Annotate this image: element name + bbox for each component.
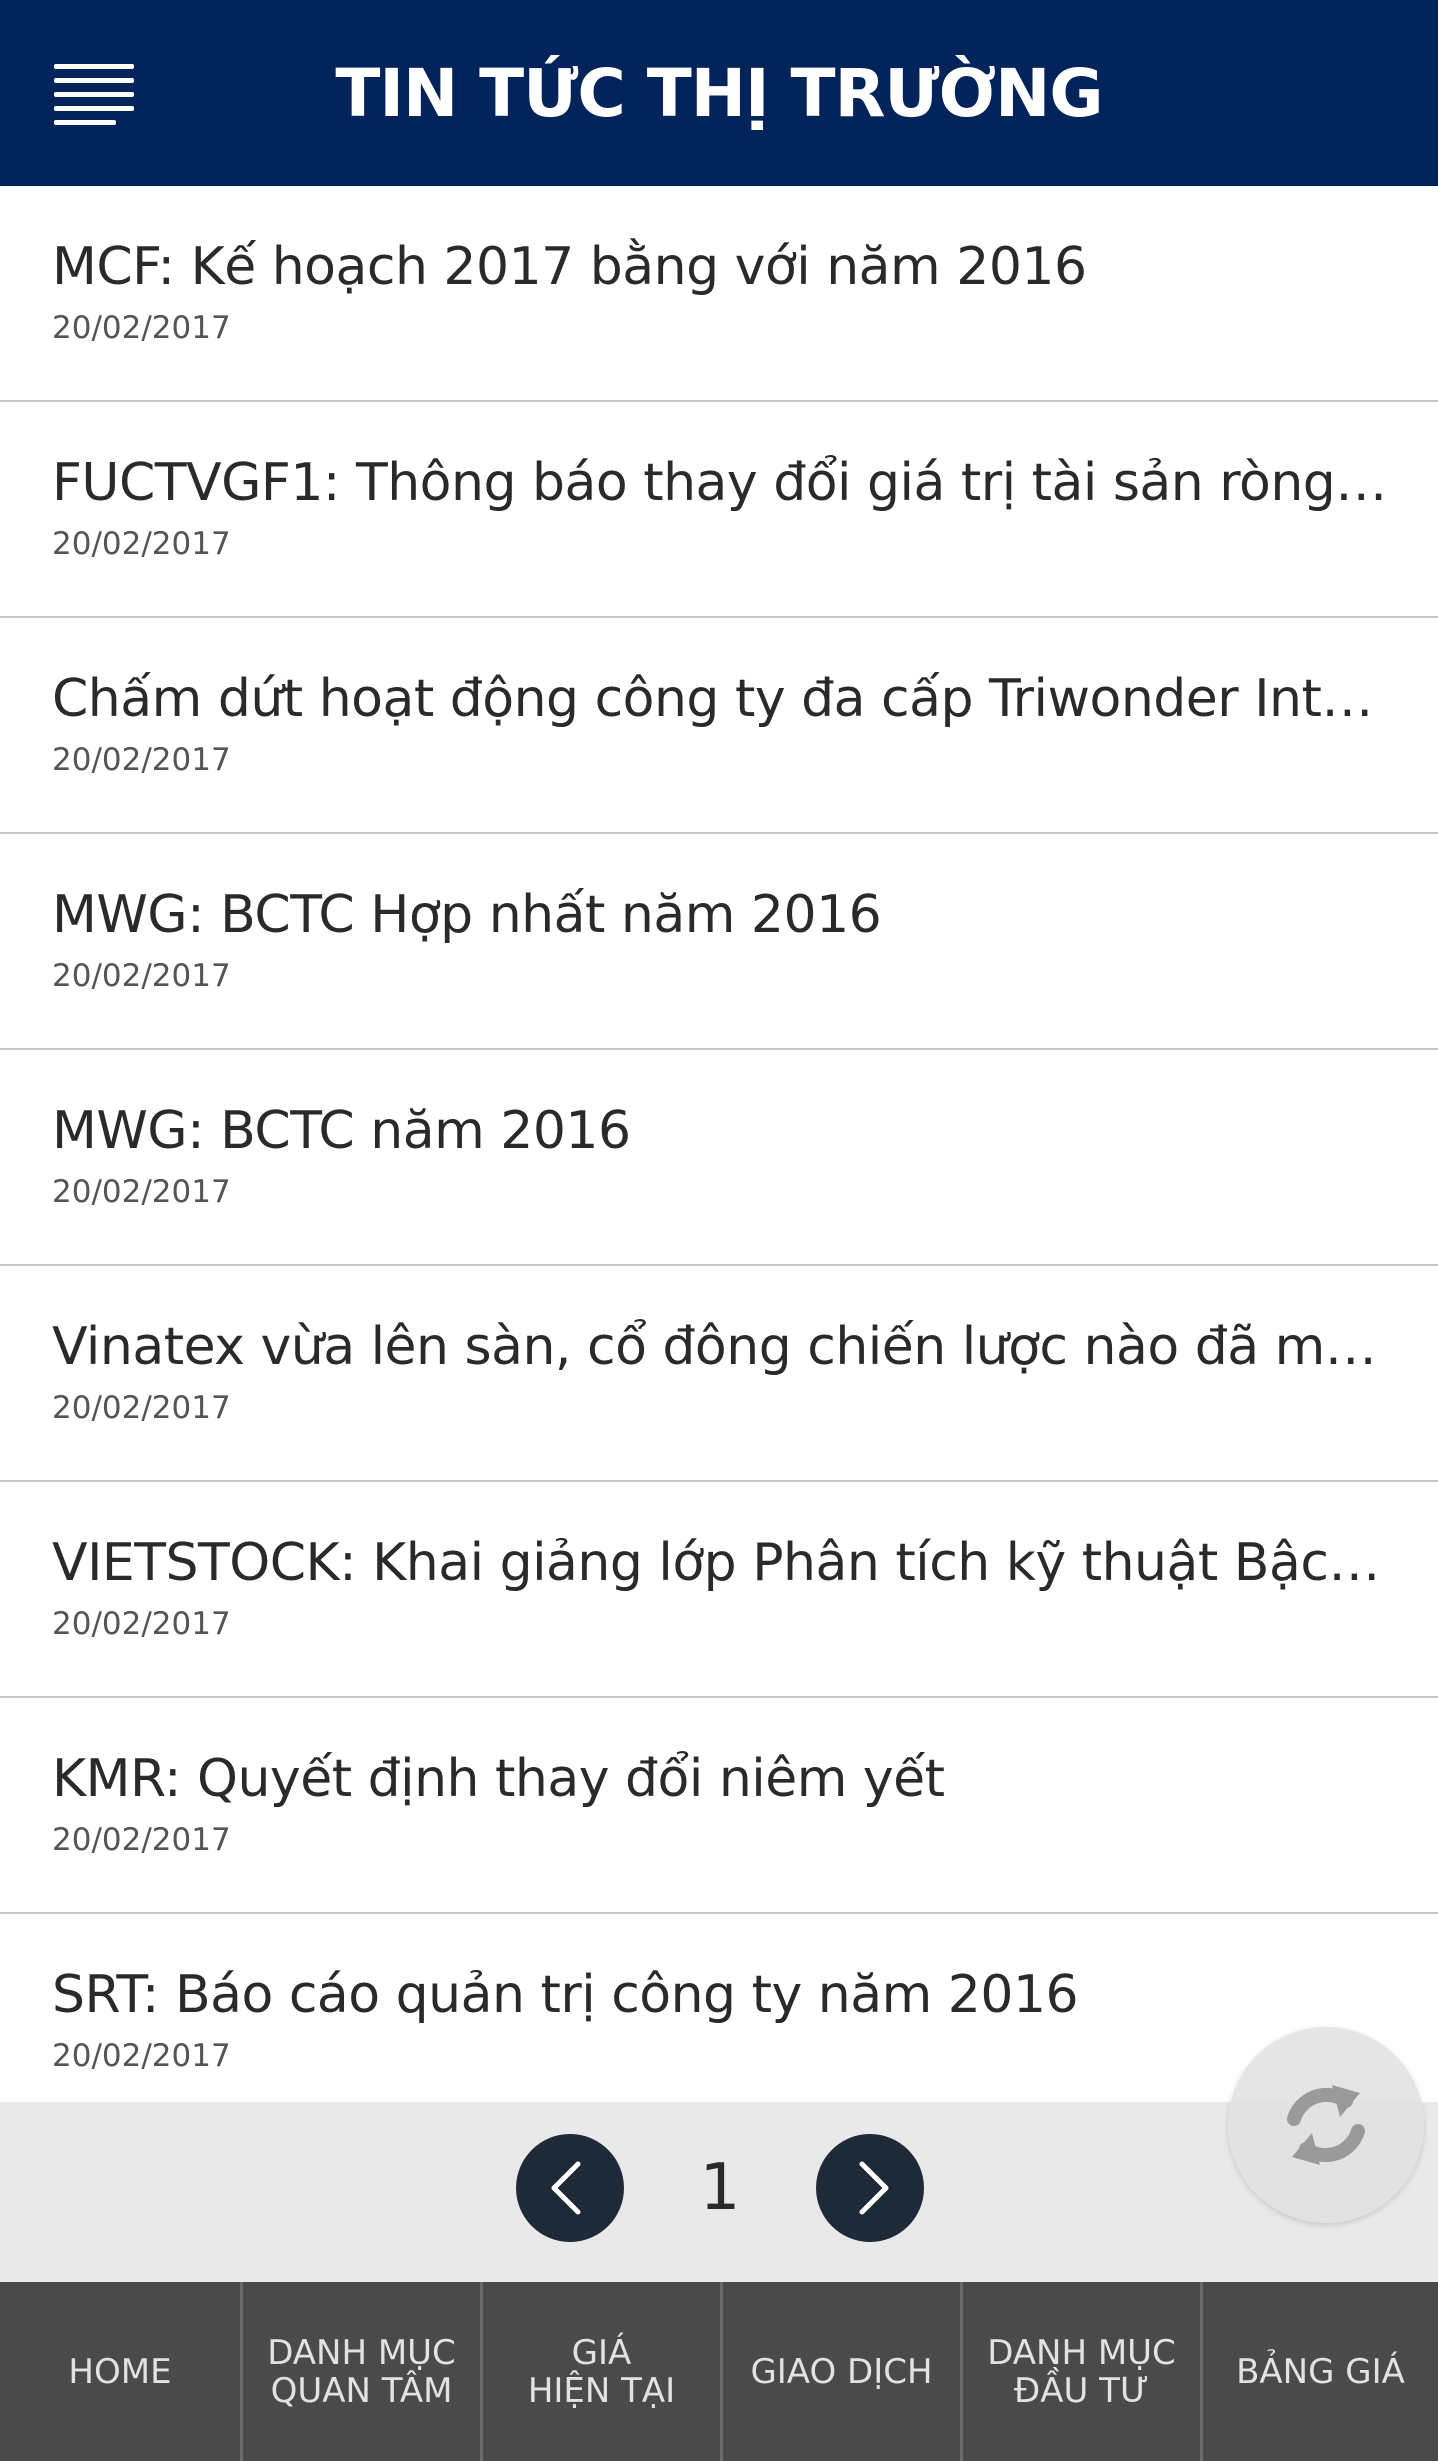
news-title: MCF: Kế hoạch 2017 bằng với năm 2016: [52, 237, 1087, 297]
chevron-left-icon: [551, 2161, 581, 2215]
news-title: MWG: BCTC năm 2016: [52, 1101, 631, 1161]
nav-label: GIÁ HIỆN TẠI: [527, 2332, 676, 2411]
news-date: 20/02/2017: [52, 2038, 231, 2074]
refresh-button[interactable]: [1228, 2027, 1424, 2223]
nav-watchlist[interactable]: DANH MỤC QUAN TÂM: [243, 2282, 480, 2461]
page-title: TIN TỨC THỊ TRƯỜNG: [335, 55, 1103, 132]
nav-label: BẢNG GIÁ: [1236, 2351, 1405, 2392]
nav-label: DANH MỤC QUAN TÂM: [267, 2332, 456, 2411]
news-item[interactable]: Vinatex vừa lên sàn, cổ đông chiến lược …: [0, 1266, 1438, 1482]
news-date: 20/02/2017: [52, 526, 231, 562]
nav-current-price[interactable]: GIÁ HIỆN TẠI: [483, 2282, 720, 2461]
news-date: 20/02/2017: [52, 310, 231, 346]
news-title: Chấm dứt hoạt động công ty đa cấp Triwon…: [52, 669, 1392, 729]
app-header: TIN TỨC THỊ TRƯỜNG: [0, 0, 1438, 186]
news-item[interactable]: MCF: Kế hoạch 2017 bằng với năm 2016 20/…: [0, 186, 1438, 402]
prev-page-button[interactable]: [516, 2134, 624, 2242]
news-item[interactable]: Chấm dứt hoạt động công ty đa cấp Triwon…: [0, 618, 1438, 834]
refresh-icon: [1287, 2085, 1365, 2165]
nav-price-board[interactable]: BẢNG GIÁ: [1203, 2282, 1438, 2461]
news-title: KMR: Quyết định thay đổi niêm yết: [52, 1749, 945, 1809]
nav-trading[interactable]: GIAO DỊCH: [723, 2282, 960, 2461]
news-item[interactable]: MWG: BCTC năm 2016 20/02/2017: [0, 1050, 1438, 1266]
nav-portfolio[interactable]: DANH MỤC ĐẦU TƯ: [963, 2282, 1200, 2461]
nav-label: DANH MỤC ĐẦU TƯ: [987, 2332, 1176, 2411]
news-date: 20/02/2017: [52, 1606, 231, 1642]
news-item[interactable]: VIETSTOCK: Khai giảng lớp Phân tích kỹ t…: [0, 1482, 1438, 1698]
news-title: SRT: Báo cáo quản trị công ty năm 2016: [52, 1965, 1079, 2025]
news-item[interactable]: FUCTVGF1: Thông báo thay đổi giá trị tài…: [0, 402, 1438, 618]
news-date: 20/02/2017: [52, 1390, 231, 1426]
news-title: FUCTVGF1: Thông báo thay đổi giá trị tài…: [52, 453, 1392, 513]
bottom-navigation: HOME DANH MỤC QUAN TÂM GIÁ HIỆN TẠI GIAO…: [0, 2282, 1438, 2461]
news-date: 20/02/2017: [52, 1174, 231, 1210]
page-number: 1: [699, 2151, 741, 2225]
news-title: MWG: BCTC Hợp nhất năm 2016: [52, 885, 882, 945]
nav-label: HOME: [68, 2351, 172, 2392]
news-item[interactable]: KMR: Quyết định thay đổi niêm yết 20/02/…: [0, 1698, 1438, 1914]
news-date: 20/02/2017: [52, 1822, 231, 1858]
news-date: 20/02/2017: [52, 742, 231, 778]
next-page-button[interactable]: [816, 2134, 924, 2242]
news-title: VIETSTOCK: Khai giảng lớp Phân tích kỹ t…: [52, 1533, 1392, 1593]
chevron-right-icon: [859, 2161, 889, 2215]
news-title: Vinatex vừa lên sàn, cổ đông chiến lược …: [52, 1317, 1392, 1377]
news-list: MCF: Kế hoạch 2017 bằng với năm 2016 20/…: [0, 186, 1438, 2102]
nav-home[interactable]: HOME: [0, 2282, 240, 2461]
news-item[interactable]: MWG: BCTC Hợp nhất năm 2016 20/02/2017: [0, 834, 1438, 1050]
news-item[interactable]: SRT: Báo cáo quản trị công ty năm 2016 2…: [0, 1914, 1438, 2102]
news-date: 20/02/2017: [52, 958, 231, 994]
pagination-bar: 1: [0, 2102, 1438, 2282]
nav-label: GIAO DỊCH: [750, 2351, 933, 2392]
